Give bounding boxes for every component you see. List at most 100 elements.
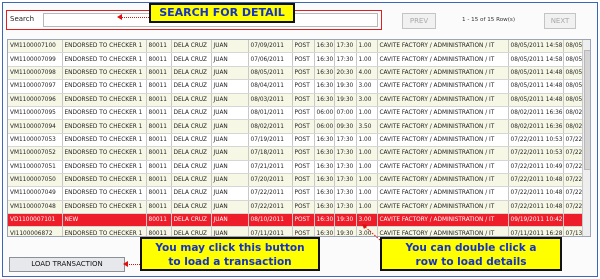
table-row[interactable]: VM1100007096 ENDORSED TO CHECKER 1 80011 DE…	[8, 93, 583, 107]
table-cell: DELA CRUZ	[171, 106, 212, 121]
table-cell: VM1100007098	[8, 66, 63, 81]
table-cell: 08/05/2011	[248, 66, 293, 81]
table-cell: 08/04/2011	[248, 79, 293, 94]
callout-search-text: SEARCH FOR DETAIL	[159, 6, 285, 19]
table-cell: JUAN	[211, 66, 249, 81]
table-cell: 3.00	[356, 79, 378, 94]
table-cell: DELA CRUZ	[171, 66, 212, 81]
table-row[interactable]: VM1100007100 ENDORSED TO CHECKER 1 80011 DE…	[8, 40, 583, 54]
table-cell: VM1100007099	[8, 52, 63, 67]
table-cell: 08/01/2011	[248, 106, 293, 121]
table-row[interactable]: VM1100007049 ENDORSED TO CHECKER 1 80011 DE…	[8, 186, 583, 201]
table-row[interactable]: VM1100007097 ENDORSED TO CHECKER 1 80011 DE…	[8, 79, 583, 94]
table-cell: ENDORSED TO CHECKER 1	[62, 186, 147, 201]
vertical-scrollbar[interactable]	[582, 40, 590, 236]
table-cell: 16:30	[314, 173, 335, 188]
table-cell: JUAN	[211, 52, 249, 67]
table-cell: 17:30	[334, 186, 357, 201]
table-cell: POST	[292, 173, 315, 188]
table-row[interactable]: VM1100007095 ENDORSED TO CHECKER 1 80011 DE…	[8, 106, 583, 121]
table-cell: POST	[292, 146, 315, 161]
table-cell: VM1100007052	[8, 146, 63, 161]
table-cell: 16:30	[314, 186, 335, 201]
table-cell: 80011	[146, 200, 172, 215]
table-row[interactable]: VM1100007053 ENDORSED TO CHECKER 1 80011 DE…	[8, 133, 583, 148]
table-cell: DELA CRUZ	[171, 40, 212, 54]
table-cell: DELA CRUZ	[171, 173, 212, 188]
table-cell: ENDORSED TO CHECKER 1	[62, 106, 147, 121]
table-cell: VD1100007101	[8, 213, 63, 228]
next-button[interactable]: NEXT	[544, 13, 576, 29]
callout-row-line2: row to load details	[415, 256, 527, 268]
table-cell: JUAN	[211, 160, 249, 174]
table-cell: 07/11/2011 16:28	[508, 226, 564, 236]
table-cell: 16:30	[314, 200, 335, 215]
table-cell: CAVITE FACTORY / ADMINISTRATION / IT	[377, 133, 509, 148]
table-cell: POST	[292, 160, 315, 174]
table-cell: DELA CRUZ	[171, 93, 212, 107]
table-row[interactable]: VM1100007098 ENDORSED TO CHECKER 1 80011 DE…	[8, 66, 583, 81]
table-cell: DELA CRUZ	[171, 226, 212, 236]
prev-button[interactable]: PREV	[402, 13, 436, 29]
table-cell: JUAN	[211, 93, 249, 107]
scrollbar-thumb[interactable]	[584, 50, 590, 170]
table-cell: DELA CRUZ	[171, 160, 212, 174]
table-cell: 08/05/2011	[563, 52, 583, 67]
callout-button-line1: You may click this button	[155, 242, 305, 254]
table-cell: 07/22/2011 10:48	[508, 200, 564, 215]
table-cell: 06:00	[314, 119, 335, 134]
table-cell: ENDORSED TO CHECKER 1	[62, 66, 147, 81]
table-cell: 07/11/2011	[248, 226, 293, 236]
table-cell: POST	[292, 133, 315, 148]
table-cell: ENDORSED TO CHECKER 1	[62, 200, 147, 215]
table-cell: VM1100007051	[8, 160, 63, 174]
callout-search-for-detail: SEARCH FOR DETAIL	[149, 3, 295, 23]
table-row[interactable]: VM1100007094 ENDORSED TO CHECKER 1 80011 DE…	[8, 119, 583, 134]
table-cell: 07/22/2011	[563, 200, 583, 215]
table-cell: CAVITE FACTORY / ADMINISTRATION / IT	[377, 146, 509, 161]
table-cell: CAVITE FACTORY / ADMINISTRATION / IT	[377, 173, 509, 188]
table-row[interactable]: VM1100007099 ENDORSED TO CHECKER 1 80011 DE…	[8, 52, 583, 67]
search-label: Search	[10, 15, 35, 23]
table-cell: 80011	[146, 106, 172, 121]
table-cell: 16:30	[314, 79, 335, 94]
table-cell: JUAN	[211, 133, 249, 148]
table-cell: 08/02/2011	[248, 119, 293, 134]
table-cell: DELA CRUZ	[171, 119, 212, 134]
table-cell: 07/22/2011	[563, 186, 583, 201]
table-cell: JUAN	[211, 40, 249, 54]
table-cell: ENDORSED TO CHECKER 1	[62, 133, 147, 148]
table-cell: 16:30	[314, 160, 335, 174]
table-row[interactable]: VM1100007052 ENDORSED TO CHECKER 1 80011 DE…	[8, 146, 583, 161]
table-cell: 1.00	[356, 200, 378, 215]
table-cell: 19:30	[334, 79, 357, 94]
table-cell	[563, 213, 583, 228]
table-cell: 80011	[146, 160, 172, 174]
table-cell: 09:30	[334, 119, 357, 134]
table-row[interactable]: VM1100007050 ENDORSED TO CHECKER 1 80011 DE…	[8, 173, 583, 188]
table-row[interactable]: VI1100006872 ENDORSED TO CHECKER 1 80011 DE…	[8, 226, 583, 236]
table-cell: 07/09/2011	[248, 40, 293, 54]
table-cell: ENDORSED TO CHECKER 1	[62, 119, 147, 134]
transaction-table: VM1100007100 ENDORSED TO CHECKER 1 80011 DE…	[8, 40, 583, 236]
table-cell: NEW	[62, 213, 147, 228]
table-cell: 1.00	[356, 40, 378, 54]
table-cell: 20:30	[334, 66, 357, 81]
table-cell: 16:30	[314, 226, 335, 236]
table-cell: 07/13/2011	[563, 226, 583, 236]
table-cell: 16:30	[314, 52, 335, 67]
load-transaction-button[interactable]: LOAD TRANSACTION	[9, 257, 125, 272]
table-row[interactable]: VD1100007101 NEW 80011 DELA CRUZ JUAN 08/10/2…	[8, 213, 583, 228]
callout-double-click-row: You can double click a row to load detai…	[380, 237, 562, 271]
table-row[interactable]: VM1100007051 ENDORSED TO CHECKER 1 80011 DE…	[8, 160, 583, 174]
table-cell: DELA CRUZ	[171, 79, 212, 94]
table-cell: VI1100006872	[8, 226, 63, 236]
table-cell: VM1100007048	[8, 200, 63, 215]
table-cell: 80011	[146, 146, 172, 161]
table-cell: ENDORSED TO CHECKER 1	[62, 79, 147, 94]
table-row[interactable]: VM1100007048 ENDORSED TO CHECKER 1 80011 DE…	[8, 200, 583, 215]
table-cell: VM1100007095	[8, 106, 63, 121]
table-cell: 80011	[146, 226, 172, 236]
table-cell: 16:30	[314, 213, 335, 228]
table-cell: 1.00	[356, 173, 378, 188]
